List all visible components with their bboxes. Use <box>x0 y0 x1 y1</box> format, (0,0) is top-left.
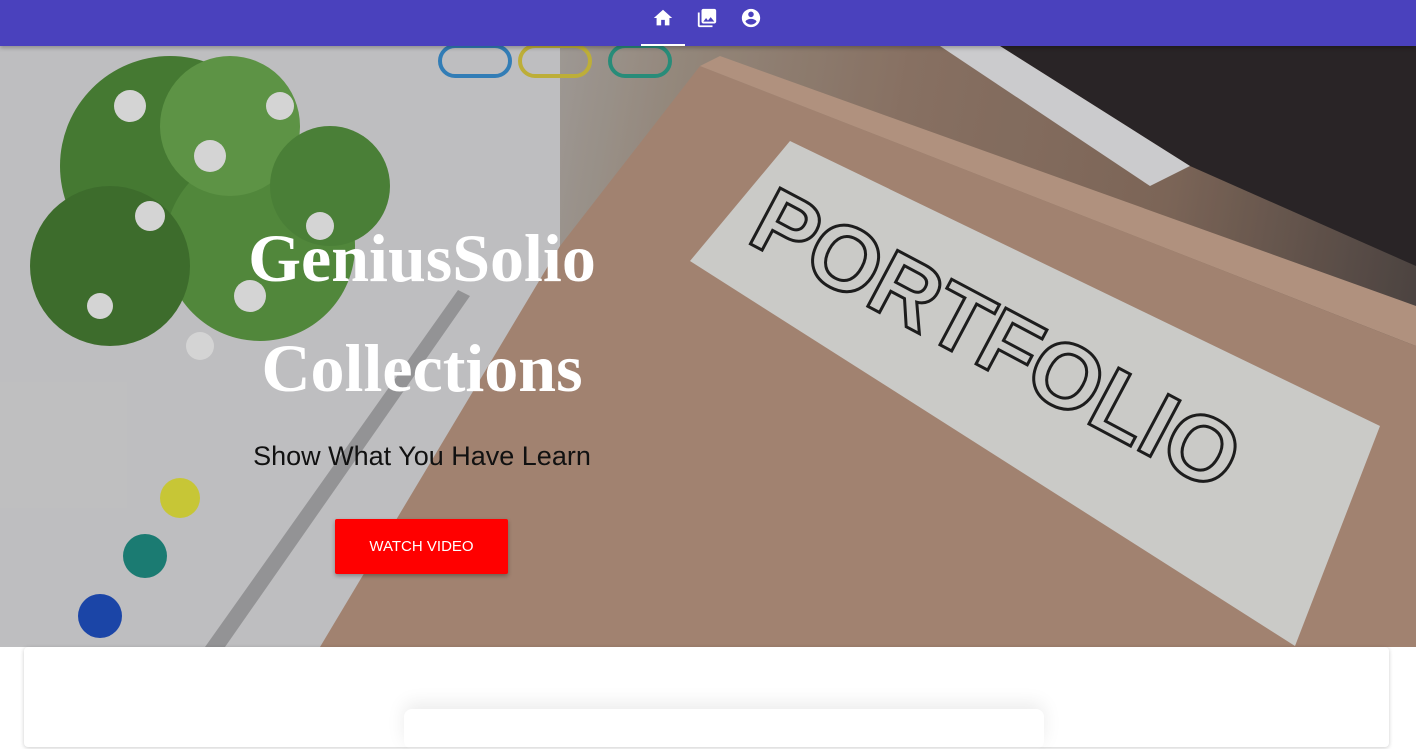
tab-home[interactable] <box>641 0 685 46</box>
hero-title-line2: Collections <box>261 330 583 406</box>
content-card-inner-panel <box>404 709 1044 749</box>
tab-account[interactable] <box>729 0 773 46</box>
hero-subtitle: Show What You Have Learn <box>253 441 591 471</box>
top-navigation-bar <box>0 0 1416 46</box>
watch-video-button[interactable]: WATCH VIDEO <box>335 519 508 574</box>
content-card <box>24 647 1389 747</box>
hero-title-line1: GeniusSolio <box>248 220 596 296</box>
tab-gallery[interactable] <box>685 0 729 46</box>
photo-library-icon <box>697 8 717 28</box>
hero-banner: PORTFOLIO GeniusSolio Collections Show W… <box>0 46 1416 647</box>
home-icon <box>653 9 673 26</box>
account-circle-icon <box>741 8 761 28</box>
